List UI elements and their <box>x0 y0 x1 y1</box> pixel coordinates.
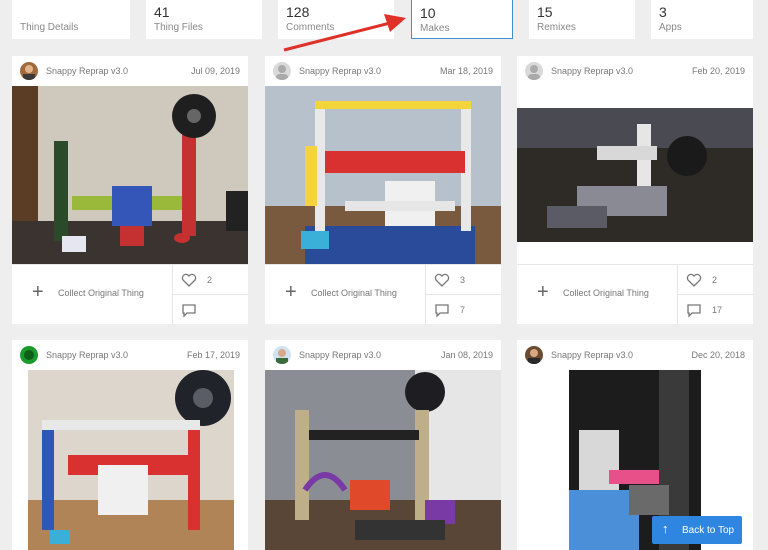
plus-icon: + <box>285 281 297 303</box>
tab-label: Comments <box>286 22 335 33</box>
avatar[interactable] <box>20 346 38 364</box>
make-photo[interactable] <box>265 370 501 550</box>
make-card[interactable]: Snappy Reprap v3.0 Jul 09, 2019 + Collec… <box>12 56 248 325</box>
card-header: Snappy Reprap v3.0 Dec 20, 2018 <box>517 340 753 370</box>
card-date: Mar 18, 2019 <box>439 66 493 76</box>
thing-tabs: Thing Details 41 Thing Files 128 Comment… <box>0 0 768 40</box>
comment-icon <box>687 304 701 318</box>
tab-count: 3 <box>659 4 667 20</box>
tab-remixes[interactable]: 15 Remixes <box>529 0 635 39</box>
collect-original-button[interactable]: + Collect Original Thing <box>12 265 172 325</box>
tab-label: Apps <box>659 22 682 33</box>
make-card[interactable]: Snappy Reprap v3.0 Feb 17, 2019 <box>12 340 248 550</box>
card-header: Snappy Reprap v3.0 Jan 08, 2019 <box>265 340 501 370</box>
card-footer: + Collect Original Thing 2 17 <box>517 264 753 325</box>
make-card[interactable]: Snappy Reprap v3.0 Jan 08, 2019 <box>265 340 501 550</box>
tab-label: Thing Files <box>154 22 203 33</box>
comment-icon <box>435 304 449 318</box>
card-date: Feb 20, 2019 <box>691 66 745 76</box>
like-stat[interactable]: 2 <box>677 265 753 295</box>
back-to-top-label: Back to Top <box>682 525 735 536</box>
tab-count <box>20 4 130 20</box>
back-to-top-button[interactable]: ↑ Back to Top <box>652 516 742 544</box>
card-footer: + Collect Original Thing 3 7 <box>265 264 501 325</box>
avatar[interactable] <box>525 62 543 80</box>
avatar[interactable] <box>273 62 291 80</box>
tab-count: 128 <box>286 4 310 20</box>
avatar[interactable] <box>20 62 38 80</box>
card-footer: + Collect Original Thing 2 <box>12 264 248 325</box>
tab-label: Makes <box>420 23 450 34</box>
make-card[interactable]: Snappy Reprap v3.0 Feb 20, 2019 + Collec… <box>517 56 753 325</box>
heart-icon <box>686 273 702 287</box>
card-user[interactable]: Snappy Reprap v3.0 <box>46 66 128 76</box>
tab-comments[interactable]: 128 Comments <box>278 0 394 39</box>
card-date: Jan 08, 2019 <box>440 350 493 360</box>
tab-label: Remixes <box>537 22 576 33</box>
card-user[interactable]: Snappy Reprap v3.0 <box>299 350 381 360</box>
comment-count: 17 <box>712 305 723 315</box>
card-header: Snappy Reprap v3.0 Feb 17, 2019 <box>12 340 248 370</box>
like-stat[interactable]: 2 <box>172 265 248 295</box>
collect-original-button[interactable]: + Collect Original Thing <box>265 265 425 325</box>
make-photo[interactable] <box>517 86 753 264</box>
avatar[interactable] <box>273 346 291 364</box>
tab-thing-files[interactable]: 41 Thing Files <box>146 0 262 39</box>
tab-count: 15 <box>537 4 553 20</box>
comment-icon <box>182 304 196 318</box>
tab-makes[interactable]: 10 Makes <box>411 0 513 39</box>
like-stat[interactable]: 3 <box>425 265 501 295</box>
avatar[interactable] <box>525 346 543 364</box>
collect-label: Collect Original Thing <box>563 288 649 298</box>
comment-stat[interactable] <box>172 295 248 325</box>
tab-label: Thing Details <box>20 22 79 33</box>
tab-count: 41 <box>154 4 170 20</box>
collect-original-button[interactable]: + Collect Original Thing <box>517 265 677 325</box>
card-user[interactable]: Snappy Reprap v3.0 <box>46 350 128 360</box>
collect-label: Collect Original Thing <box>311 288 397 298</box>
tab-thing-details[interactable]: Thing Details <box>12 0 130 39</box>
like-count: 3 <box>460 275 466 285</box>
arrow-up-icon: ↑ <box>662 521 669 536</box>
make-card[interactable]: Snappy Reprap v3.0 Mar 18, 2019 + Collec… <box>265 56 501 325</box>
card-date: Feb 17, 2019 <box>186 350 240 360</box>
make-photo[interactable] <box>12 86 248 264</box>
heart-icon <box>181 273 197 287</box>
card-header: Snappy Reprap v3.0 Mar 18, 2019 <box>265 56 501 86</box>
tab-apps[interactable]: 3 Apps <box>651 0 753 39</box>
card-header: Snappy Reprap v3.0 Feb 20, 2019 <box>517 56 753 86</box>
collect-label: Collect Original Thing <box>58 288 144 298</box>
plus-icon: + <box>32 281 44 303</box>
heart-icon <box>434 273 450 287</box>
plus-icon: + <box>537 281 549 303</box>
tab-count: 10 <box>420 5 436 21</box>
card-user[interactable]: Snappy Reprap v3.0 <box>551 66 633 76</box>
card-user[interactable]: Snappy Reprap v3.0 <box>299 66 381 76</box>
like-count: 2 <box>207 275 213 285</box>
comment-count: 7 <box>460 305 466 315</box>
card-date: Jul 09, 2019 <box>190 66 240 76</box>
card-header: Snappy Reprap v3.0 Jul 09, 2019 <box>12 56 248 86</box>
card-date: Dec 20, 2018 <box>691 350 745 360</box>
comment-stat[interactable]: 17 <box>677 295 753 325</box>
make-photo[interactable] <box>265 86 501 264</box>
like-count: 2 <box>712 275 718 285</box>
make-photo[interactable] <box>28 370 234 550</box>
card-user[interactable]: Snappy Reprap v3.0 <box>551 350 633 360</box>
comment-stat[interactable]: 7 <box>425 295 501 325</box>
